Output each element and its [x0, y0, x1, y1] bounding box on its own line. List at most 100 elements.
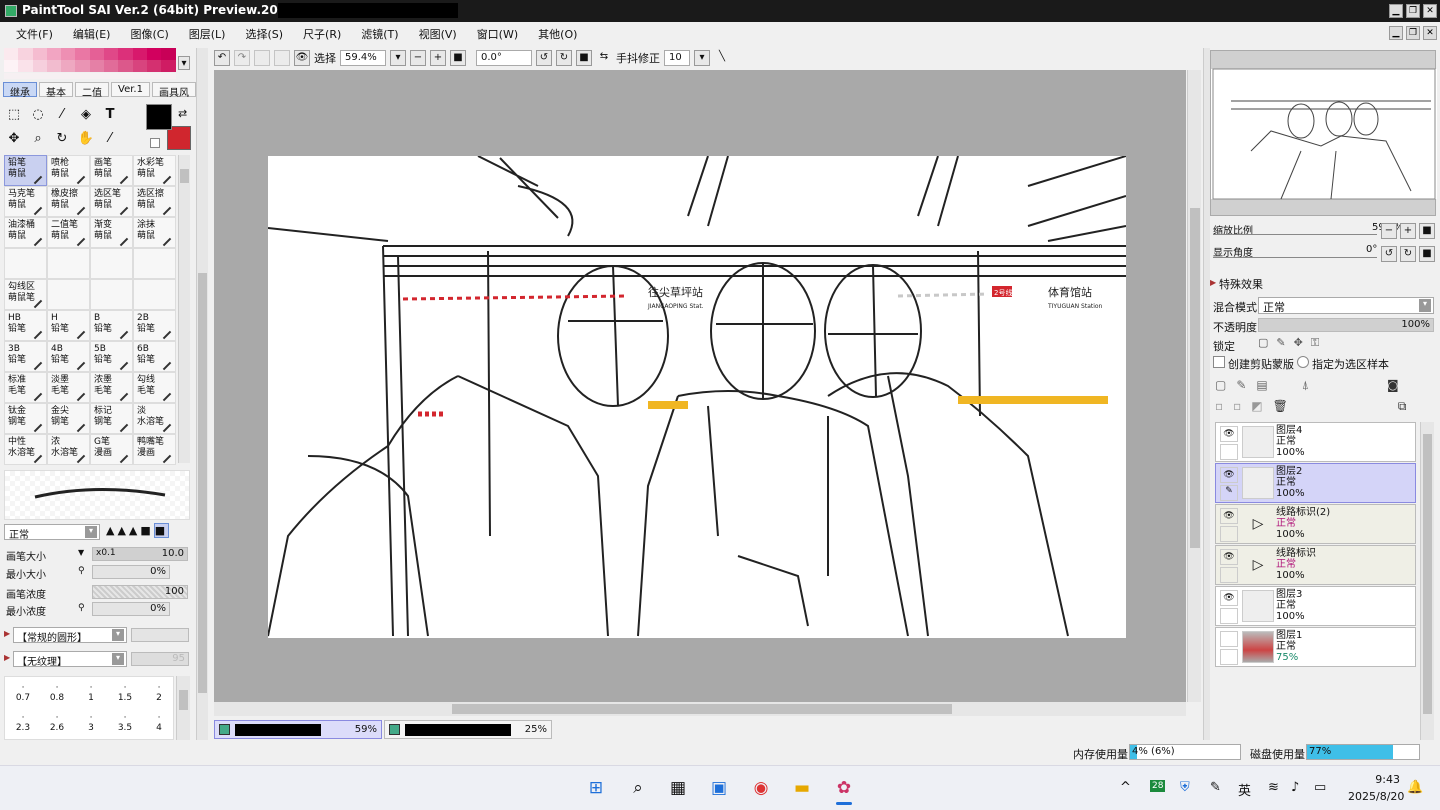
- volume-icon[interactable]: ♪: [1291, 780, 1299, 795]
- menu-item-0[interactable]: 文件(F): [6, 22, 63, 44]
- brush-slot[interactable]: 喷枪 萌鼠: [47, 155, 90, 186]
- menu-item-1[interactable]: 编辑(E): [63, 22, 121, 44]
- effects-label[interactable]: 特殊效果: [1219, 276, 1263, 292]
- pressure-icon[interactable]: ⚲: [78, 566, 85, 576]
- doc-close-button[interactable]: ✕: [1423, 26, 1437, 40]
- brush-shape-select[interactable]: 【常规的圆形】 ▾: [13, 627, 127, 644]
- blend-mode-select[interactable]: 正常 ▾: [1258, 297, 1434, 314]
- brush-slot[interactable]: 选区笔 萌鼠: [90, 186, 133, 217]
- task-view-icon[interactable]: ▦: [666, 777, 690, 799]
- rotate-reset-button[interactable]: ■: [576, 50, 592, 66]
- store-icon[interactable]: ▣: [707, 777, 731, 799]
- layer-select-box[interactable]: ✎: [1220, 485, 1238, 501]
- color-swatch[interactable]: [132, 48, 147, 60]
- deselect-icon[interactable]: [254, 50, 270, 66]
- invert-select-icon[interactable]: [274, 50, 290, 66]
- zoom-icon[interactable]: ⌕: [28, 130, 48, 148]
- color-swatches[interactable]: [4, 48, 176, 72]
- redo-icon[interactable]: ↷: [234, 50, 250, 66]
- brush-slot[interactable]: 3B 铅笔: [4, 341, 47, 372]
- presets-scrollbar[interactable]: [176, 676, 190, 740]
- color-swatch[interactable]: [18, 60, 33, 72]
- color-swatch[interactable]: [18, 48, 33, 60]
- brush-scrollbar[interactable]: [178, 155, 190, 463]
- doc-minimize-button[interactable]: ▁: [1389, 26, 1403, 40]
- brush-slot[interactable]: 4B 铅笔: [47, 341, 90, 372]
- brush-slot[interactable]: 2B 铅笔: [133, 310, 176, 341]
- brush-slot[interactable]: 鸭嘴笔 漫画: [133, 434, 176, 465]
- brush-texture-select[interactable]: 【无纹理】 ▾: [13, 651, 127, 668]
- tool-tab-0[interactable]: 继承: [3, 82, 37, 99]
- left-panel-scrollbar[interactable]: [196, 48, 208, 740]
- clip-checkbox[interactable]: [1213, 356, 1225, 368]
- tray-badge-icon[interactable]: 28: [1150, 780, 1166, 792]
- nav-zoom-out[interactable]: −: [1381, 223, 1397, 239]
- brush-slot[interactable]: [47, 248, 90, 279]
- brush-slot[interactable]: 勾线区 萌鼠笔: [4, 279, 47, 310]
- brush-slot[interactable]: [47, 279, 90, 310]
- texture-expand-icon[interactable]: ▶: [4, 653, 10, 662]
- min-size-slider[interactable]: 0%: [92, 565, 170, 579]
- size-preset[interactable]: · 1: [79, 683, 103, 703]
- visibility-eye-icon[interactable]: 👁: [1220, 467, 1238, 483]
- tool-tab-2[interactable]: 二值: [75, 82, 109, 99]
- brush-slot[interactable]: 标记 钢笔: [90, 403, 133, 434]
- start-icon[interactable]: ⊞: [584, 777, 608, 799]
- layer-select-box[interactable]: [1220, 444, 1238, 460]
- swap-colors-icon[interactable]: ⇄: [178, 107, 187, 120]
- battery-icon[interactable]: ▭: [1314, 780, 1326, 795]
- fill-select-icon[interactable]: ◈: [76, 106, 96, 124]
- brush-slot[interactable]: [90, 279, 133, 310]
- lock-icons[interactable]: ▢✎✥⚿: [1258, 336, 1338, 350]
- brush-blend-select[interactable]: 正常 ▾: [4, 524, 100, 541]
- minimize-button[interactable]: ▁: [1389, 4, 1403, 18]
- layer-row[interactable]: 👁 图层4 正常 100%: [1215, 422, 1416, 462]
- menu-item-9[interactable]: 其他(O): [528, 22, 587, 44]
- brush-size-slider[interactable]: x0.1 10.0: [92, 547, 188, 561]
- layer-thumbnail[interactable]: [1242, 590, 1274, 622]
- brush-slot[interactable]: 勾线 毛笔: [133, 372, 176, 403]
- explorer-icon[interactable]: ▬: [790, 777, 814, 799]
- color-swatch[interactable]: [61, 60, 76, 72]
- zoom-reset-button[interactable]: ■: [450, 50, 466, 66]
- brush-slot[interactable]: 中性 水溶笔: [4, 434, 47, 465]
- doc-restore-button[interactable]: ❐: [1406, 26, 1420, 40]
- color-swatch[interactable]: [4, 48, 19, 60]
- color-swatch[interactable]: [46, 48, 62, 60]
- swatch-dropdown[interactable]: ▾: [178, 56, 190, 70]
- brush-slot[interactable]: 涂抹 萌鼠: [133, 217, 176, 248]
- brush-slot[interactable]: 铅笔 萌鼠: [4, 155, 47, 186]
- transparent-color-icon[interactable]: [150, 138, 160, 148]
- brush-slot[interactable]: 淡水溶笔: [133, 403, 176, 434]
- tray-overflow-icon[interactable]: ^: [1120, 780, 1131, 795]
- color-swatch[interactable]: [104, 48, 119, 60]
- layer-select-box[interactable]: [1220, 649, 1238, 665]
- nav-angle-slider[interactable]: [1213, 257, 1377, 258]
- brush-slot[interactable]: 钛金 钢笔: [4, 403, 47, 434]
- text-tool-icon[interactable]: T: [100, 106, 120, 124]
- nav-rotate-right[interactable]: ↻: [1400, 246, 1416, 262]
- brush-slot[interactable]: 标准 毛笔: [4, 372, 47, 403]
- size-preset[interactable]: · 2.3: [11, 713, 35, 733]
- menu-item-4[interactable]: 选择(S): [235, 22, 293, 44]
- canvas-viewport[interactable]: 往尖草坪站 JIANCAOPING Stat. 体育馆站 TIYUGUAN St…: [214, 70, 1186, 702]
- brush-slot[interactable]: 油漆桶 萌鼠: [4, 217, 47, 248]
- zoom-out-button[interactable]: −: [410, 50, 426, 66]
- color-swatch[interactable]: [46, 60, 62, 72]
- visibility-eye-icon[interactable]: [1220, 631, 1238, 647]
- texture-strength-slider[interactable]: 95: [131, 652, 189, 666]
- notification-icon[interactable]: 🔔: [1407, 780, 1423, 795]
- stabilizer-field[interactable]: 10: [664, 50, 690, 66]
- effects-expand-icon[interactable]: ▶: [1210, 278, 1216, 287]
- line-tool-icon[interactable]: ╲: [714, 50, 730, 66]
- ref-radio[interactable]: [1297, 356, 1309, 368]
- brush-slot[interactable]: 水彩笔 萌鼠: [133, 155, 176, 186]
- brush-slot[interactable]: 渐变 萌鼠: [90, 217, 133, 248]
- min-density-slider[interactable]: 0%: [92, 602, 170, 616]
- visibility-eye-icon[interactable]: 👁: [1220, 426, 1238, 442]
- doc-tab-2[interactable]: 25%: [384, 720, 552, 739]
- brush-slot[interactable]: 二值笔 萌鼠: [47, 217, 90, 248]
- brush-slot[interactable]: B 铅笔: [90, 310, 133, 341]
- nav-zoom-reset[interactable]: ■: [1419, 223, 1435, 239]
- layer-thumbnail[interactable]: [1242, 631, 1274, 663]
